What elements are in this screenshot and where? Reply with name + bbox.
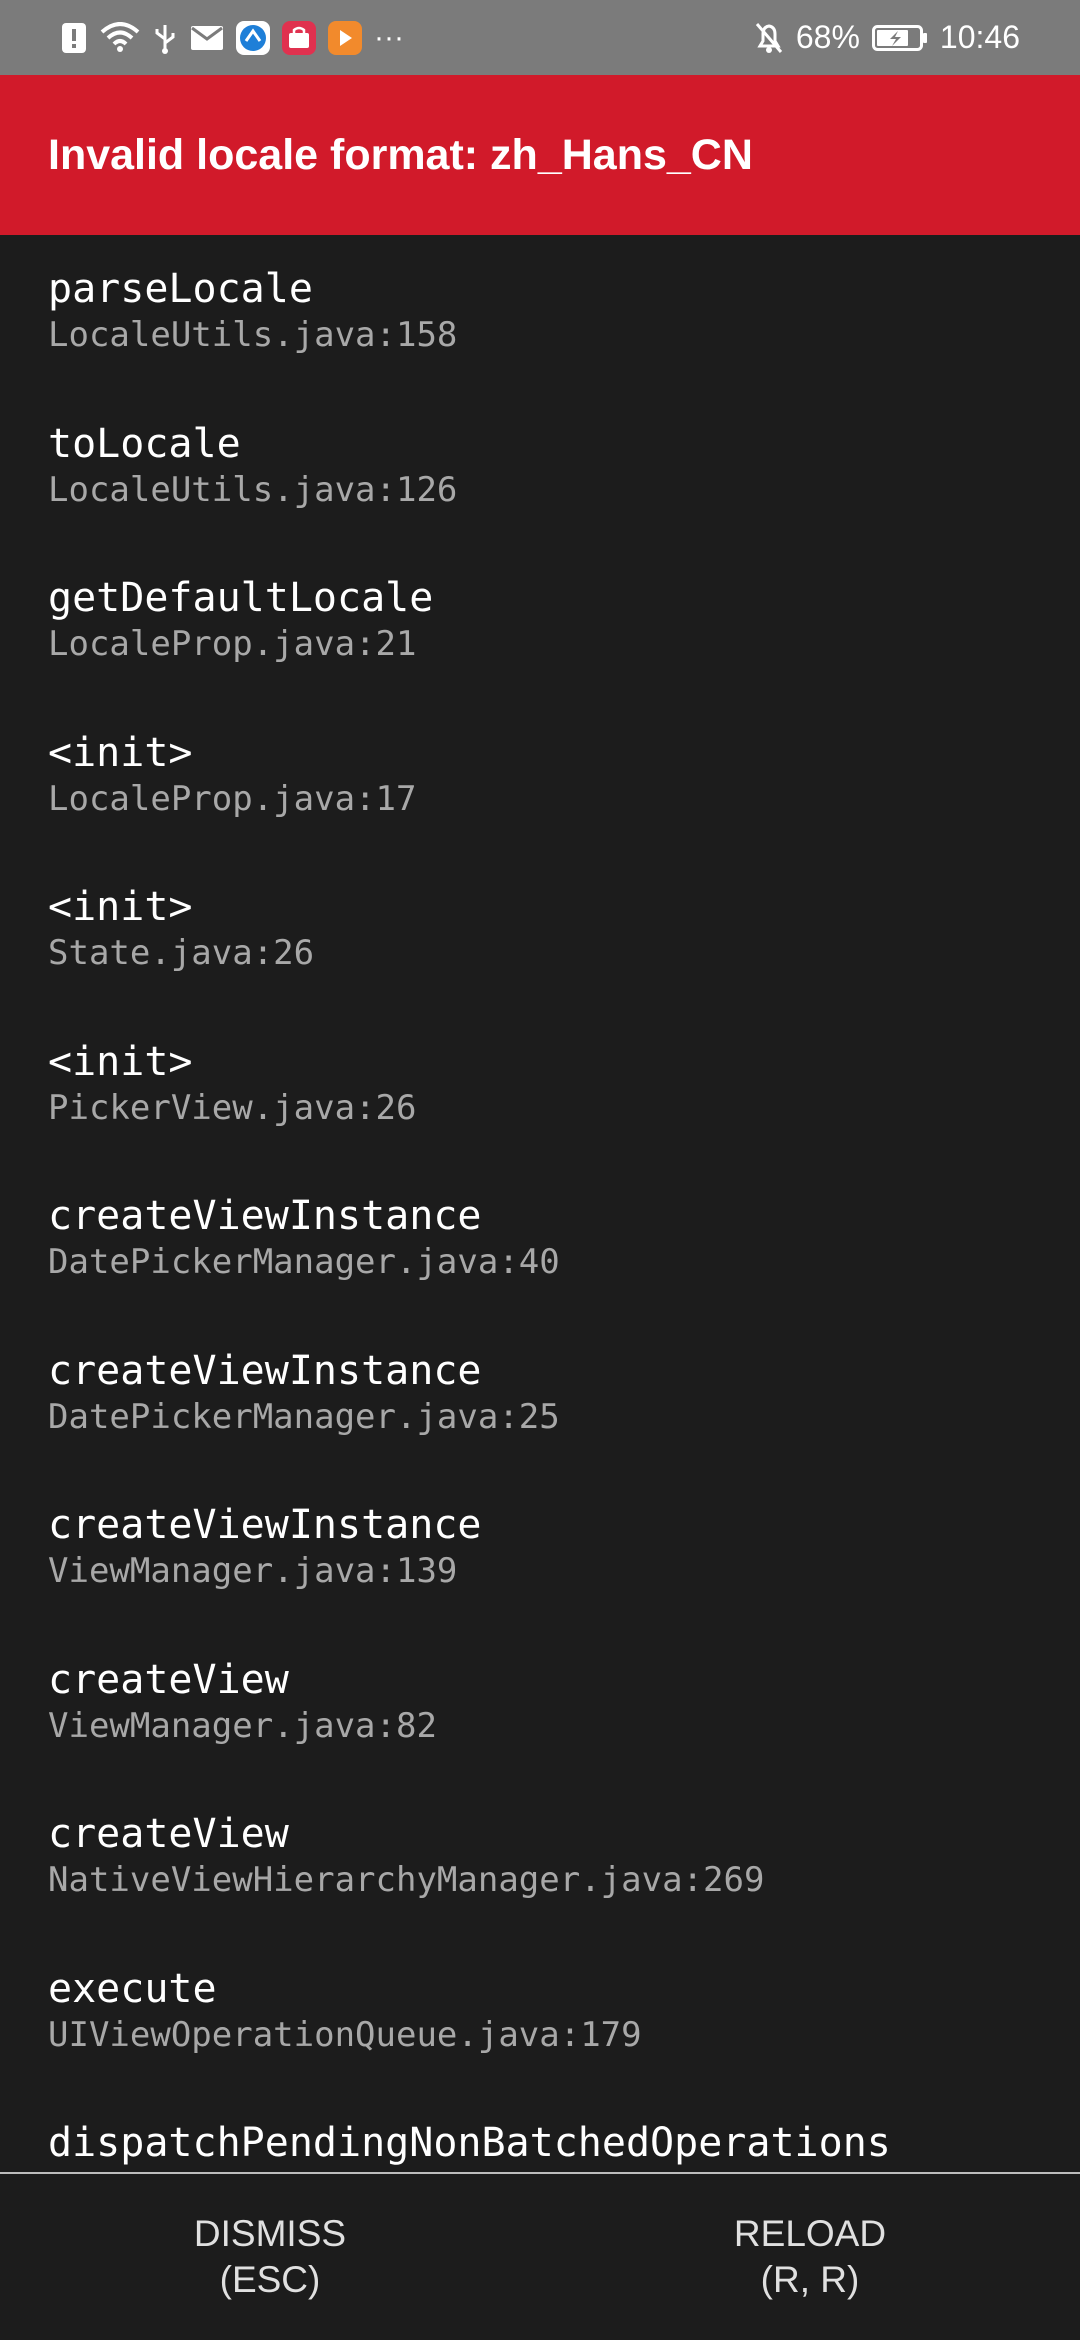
mute-icon xyxy=(754,21,784,55)
reload-shortcut: (R, R) xyxy=(760,2259,860,2300)
stack-frame-method: createViewInstance xyxy=(48,1347,482,1394)
stack-frame-method: <init> xyxy=(48,884,193,930)
stack-frame[interactable]: execute UIViewOperationQueue.java:179 xyxy=(48,1935,1032,2090)
stack-frame-file: PickerView.java:26 xyxy=(48,1087,417,1128)
stack-frame-method: createView xyxy=(48,1656,289,1703)
app-icon-blue xyxy=(236,20,270,55)
stack-frame-file: ViewManager.java:139 xyxy=(48,1551,458,1591)
stack-frame[interactable]: createViewInstance ViewManager.java:139 xyxy=(48,1471,1032,1626)
status-bar-right: 68% 10:46 xyxy=(754,19,1020,56)
footer-bar: DISMISS (ESC) RELOAD (R, R) xyxy=(0,2172,1080,2340)
stack-frame[interactable]: createView ViewManager.java:82 xyxy=(48,1626,1032,1781)
stack-frame-method: dispatchPendingNonBatchedOperations xyxy=(48,2120,891,2166)
stack-frame-file: LocaleUtils.java:158 xyxy=(48,315,458,355)
status-overflow-indicator: ··· xyxy=(374,20,404,54)
stack-frame-file: UIViewOperationQueue.java:179 xyxy=(48,2014,642,2055)
stack-frame[interactable]: getDefaultLocale LocaleProp.java:21 xyxy=(48,544,1032,699)
stack-frame-method: toLocale xyxy=(48,420,241,467)
stack-frame[interactable]: dispatchPendingNonBatchedOperations xyxy=(48,2089,1032,2172)
battery-icon xyxy=(871,24,928,52)
usb-icon xyxy=(152,21,178,55)
error-title: Invalid locale format: zh_Hans_CN xyxy=(48,130,753,179)
dismiss-button[interactable]: DISMISS (ESC) xyxy=(0,2174,540,2340)
stack-frame-method: execute xyxy=(48,1965,217,2012)
clock: 10:46 xyxy=(939,19,1020,55)
stack-frame-file: DatePickerManager.java:25 xyxy=(48,1396,560,1437)
status-bar: ··· 68% 10:46 xyxy=(0,0,1080,75)
stack-frame-method: <init> xyxy=(48,729,193,776)
reload-label: RELOAD xyxy=(733,2213,887,2254)
reload-button[interactable]: RELOAD (R, R) xyxy=(540,2174,1080,2340)
alert-icon xyxy=(60,21,88,55)
stack-trace-list[interactable]: parseLocale LocaleUtils.java:158 toLocale L… xyxy=(0,235,1080,2172)
app-icon-red xyxy=(282,20,316,55)
stack-frame[interactable]: createView NativeViewHierarchyManager.jav… xyxy=(48,1780,1032,1935)
battery-percent: 68% xyxy=(795,19,860,55)
stack-frame-method: parseLocale xyxy=(48,266,313,312)
stack-frame-file: State.java:26 xyxy=(48,933,315,973)
error-header: Invalid locale format: zh_Hans_CN xyxy=(0,75,1080,235)
stack-frame-method: createViewInstance xyxy=(48,1193,482,1239)
stack-frame[interactable]: createViewInstance DatePickerManager.java… xyxy=(48,1317,1032,1472)
stack-frame[interactable]: <init> State.java:26 xyxy=(48,853,1032,1008)
wifi-icon xyxy=(100,21,140,54)
stack-frame-file: LocaleUtils.java:126 xyxy=(48,469,458,510)
stack-frame-file: NativeViewHierarchyManager.java:269 xyxy=(48,1860,765,1900)
stack-frame-file: DatePickerManager.java:40 xyxy=(48,1242,560,1282)
mail-icon xyxy=(190,25,224,51)
stack-frame[interactable]: <init> LocaleProp.java:17 xyxy=(48,699,1032,854)
stack-frame[interactable]: createViewInstance DatePickerManager.java… xyxy=(48,1162,1032,1317)
stack-frame-file: LocaleProp.java:21 xyxy=(48,624,417,664)
stack-frame-method: createViewInstance xyxy=(48,1502,482,1548)
dismiss-label: DISMISS xyxy=(193,2213,347,2254)
stack-frame[interactable]: toLocale LocaleUtils.java:126 xyxy=(48,390,1032,545)
stack-frame-method: getDefaultLocale xyxy=(48,575,434,621)
dismiss-shortcut: (ESC) xyxy=(219,2259,321,2300)
stack-frame-file: ViewManager.java:82 xyxy=(48,1705,437,1746)
stack-frame[interactable]: <init> PickerView.java:26 xyxy=(48,1008,1032,1163)
stack-frame[interactable]: parseLocale LocaleUtils.java:158 xyxy=(48,235,1032,390)
stack-frame-method: createView xyxy=(48,1811,289,1857)
stack-frame-method: <init> xyxy=(48,1038,193,1085)
stack-frame-file: LocaleProp.java:17 xyxy=(48,778,417,819)
status-bar-left: ··· xyxy=(60,20,404,55)
app-icon-orange xyxy=(328,20,362,55)
